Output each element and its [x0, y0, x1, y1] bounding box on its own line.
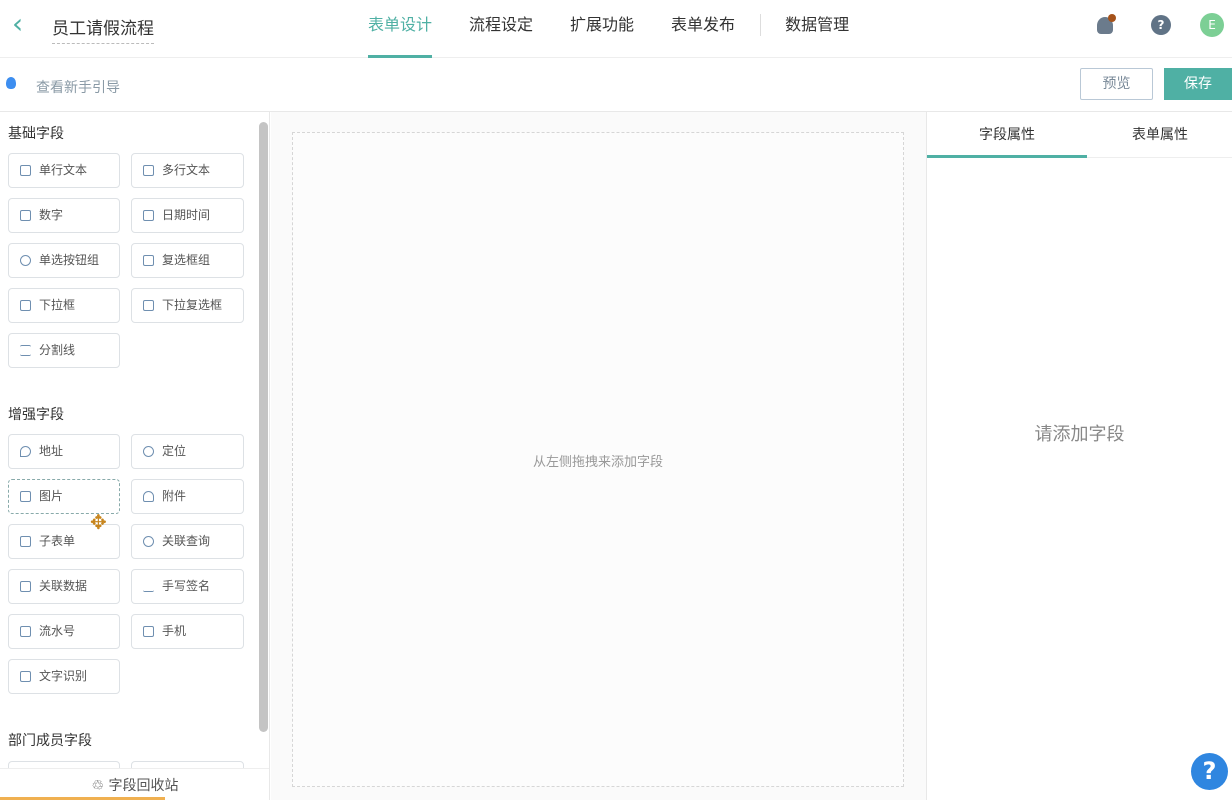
checkbox-icon: [143, 255, 154, 266]
save-button[interactable]: 保存: [1164, 68, 1232, 100]
field-label: 手写签名: [162, 579, 211, 593]
field-ocr[interactable]: 文字识别: [8, 659, 120, 694]
field-label: 流水号: [39, 624, 76, 638]
related-query-icon: [143, 536, 154, 547]
divider: [760, 14, 762, 36]
recycle-label: 字段回收站: [108, 778, 179, 794]
field-divider[interactable]: 分割线: [8, 333, 120, 368]
field-dropdown[interactable]: 下拉框: [8, 288, 120, 323]
crosshair-icon: [143, 446, 154, 457]
field-datetime[interactable]: 日期时间: [131, 198, 244, 233]
radio-icon: [20, 255, 31, 266]
field-label: 下拉复选框: [162, 298, 223, 312]
phone-icon: [143, 626, 154, 637]
field-label: 下拉框: [39, 298, 76, 312]
tab-field-properties[interactable]: 字段属性: [927, 112, 1087, 158]
field-location[interactable]: 定位: [131, 434, 244, 469]
scrollbar[interactable]: [259, 122, 268, 732]
serial-icon: [20, 626, 31, 637]
field-label: 分割线: [39, 343, 76, 357]
field-label: 文字识别: [39, 669, 88, 683]
tab-form-design[interactable]: 表单设计: [368, 0, 433, 58]
properties-panel: 字段属性 表单属性 请添加字段: [926, 112, 1232, 800]
form-canvas: 从左侧拖拽来添加字段: [271, 112, 926, 800]
recycle-icon: ♲: [91, 778, 109, 794]
recycle-bin-button[interactable]: ♲ 字段回收站: [0, 768, 269, 800]
text-icon: [20, 165, 31, 176]
guide-link[interactable]: 查看新手引导: [36, 77, 120, 97]
field-related-query[interactable]: 关联查询: [131, 524, 244, 559]
field-signature[interactable]: 手写签名: [131, 569, 244, 604]
field-label: 关联查询: [162, 534, 211, 548]
top-header: ‹ 员工请假流程 表单设计 流程设定 扩展功能 表单发布 数据管理 ? E: [0, 0, 1232, 58]
subform-icon: [20, 536, 31, 547]
field-image[interactable]: 图片: [8, 479, 120, 514]
tab-publish[interactable]: 表单发布: [671, 0, 735, 58]
field-label: 单行文本: [39, 163, 88, 177]
help-icon[interactable]: ?: [1151, 15, 1171, 35]
form-title[interactable]: 员工请假流程: [52, 14, 154, 44]
field-related-data[interactable]: 关联数据: [8, 569, 120, 604]
field-label: 多行文本: [162, 163, 211, 177]
field-label: 数字: [39, 208, 64, 222]
field-attachment[interactable]: 附件: [131, 479, 244, 514]
field-palette: 基础字段 单行文本 多行文本 数字 日期时间 单选按钮组 复选框组 下拉框 下拉…: [0, 112, 270, 800]
map-pin-icon: [20, 446, 31, 457]
image-icon: [20, 491, 31, 502]
avatar[interactable]: E: [1200, 13, 1224, 37]
preview-button[interactable]: 预览: [1080, 68, 1153, 100]
notification-bell-icon[interactable]: [1097, 14, 1116, 34]
field-label: 子表单: [39, 534, 76, 548]
multi-dropdown-icon: [143, 300, 154, 311]
upload-cloud-icon: [143, 491, 154, 502]
field-number[interactable]: 数字: [8, 198, 120, 233]
field-checkbox-group[interactable]: 复选框组: [131, 243, 244, 278]
back-icon[interactable]: ‹: [12, 10, 36, 38]
field-radio-group[interactable]: 单选按钮组: [8, 243, 120, 278]
tab-workflow[interactable]: 流程设定: [469, 0, 533, 58]
drop-placeholder: 从左侧拖拽来添加字段: [532, 455, 663, 470]
ocr-icon: [20, 671, 31, 682]
field-label: 地址: [39, 444, 64, 458]
section-title: 基础字段: [8, 126, 64, 142]
field-label: 单选按钮组: [39, 253, 100, 267]
field-label: 图片: [39, 489, 64, 503]
field-label: 复选框组: [162, 253, 211, 267]
textarea-icon: [143, 165, 154, 176]
divider-icon: [20, 345, 31, 356]
calendar-icon: [143, 210, 154, 221]
field-label: 日期时间: [162, 208, 211, 222]
drop-zone[interactable]: 从左侧拖拽来添加字段: [292, 132, 904, 787]
field-label: 关联数据: [39, 579, 88, 593]
tab-extensions[interactable]: 扩展功能: [570, 0, 634, 58]
tab-data-management[interactable]: 数据管理: [785, 0, 849, 58]
section-title: 部门成员字段: [8, 733, 92, 749]
field-single-line-text[interactable]: 单行文本: [8, 153, 120, 188]
field-serial-number[interactable]: 流水号: [8, 614, 120, 649]
field-label: 定位: [162, 444, 187, 458]
empty-message: 请添加字段: [1034, 424, 1125, 445]
pen-icon: [143, 581, 154, 592]
dropdown-icon: [20, 300, 31, 311]
field-label: 附件: [162, 489, 187, 503]
tab-form-properties[interactable]: 表单属性: [1087, 112, 1232, 158]
field-address[interactable]: 地址: [8, 434, 120, 469]
field-label: 手机: [162, 624, 187, 638]
field-multi-dropdown[interactable]: 下拉复选框: [131, 288, 244, 323]
main-tabs: 表单设计 流程设定 扩展功能 表单发布 数据管理: [368, 0, 886, 58]
help-fab-button[interactable]: ?: [1191, 753, 1228, 790]
field-phone[interactable]: 手机: [131, 614, 244, 649]
move-cursor-icon: ✥: [90, 510, 107, 534]
field-multi-line-text[interactable]: 多行文本: [131, 153, 244, 188]
section-title: 增强字段: [8, 407, 64, 423]
lightbulb-icon: [6, 77, 16, 89]
toolbar: 查看新手引导 预览 保存: [0, 58, 1232, 112]
number-icon: [20, 210, 31, 221]
related-data-icon: [20, 581, 31, 592]
